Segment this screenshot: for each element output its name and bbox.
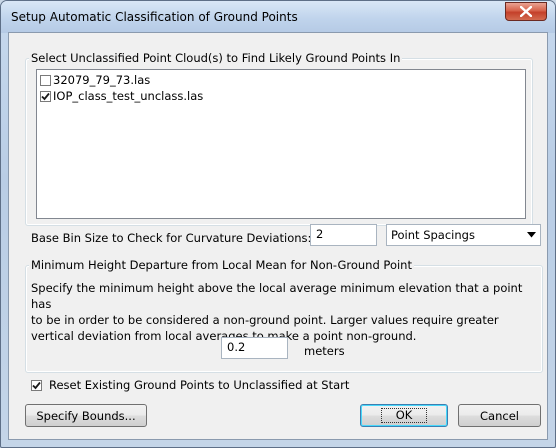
point-cloud-listbox[interactable]: 32079_79_73.las IOP_class_test_unclass.l… [36,69,526,219]
ok-button[interactable]: OK [360,404,448,427]
dialog-window: Setup Automatic Classification of Ground… [0,0,556,448]
bin-size-unit-select[interactable]: Point Spacings [386,224,541,246]
list-item-label: 32079_79_73.las [53,73,151,87]
dropdown-arrow[interactable] [523,225,540,245]
checkmark-icon [41,92,50,100]
min-height-unit-label: meters [304,344,345,358]
close-button[interactable] [505,2,547,21]
description-line: Specify the minimum height above the loc… [31,281,523,311]
point-cloud-checkbox-2[interactable] [40,90,51,102]
bin-size-unit-value: Point Spacings [391,228,475,242]
list-item[interactable]: IOP_class_test_unclass.las [40,88,203,104]
checkmark-icon [32,381,41,389]
title-bar[interactable]: Setup Automatic Classification of Ground… [1,1,555,33]
list-item-label: IOP_class_test_unclass.las [53,89,204,103]
window-title: Setup Automatic Classification of Ground… [11,10,298,24]
cancel-button[interactable]: Cancel [458,404,541,427]
min-height-group-legend: Minimum Height Departure from Local Mean… [29,258,414,272]
point-cloud-group-legend: Select Unclassified Point Cloud(s) to Fi… [29,51,403,65]
reset-checkbox-label: Reset Existing Ground Points to Unclassi… [49,378,350,392]
min-height-description: Specify the minimum height above the loc… [31,280,537,344]
reset-checkbox-row[interactable]: Reset Existing Ground Points to Unclassi… [31,378,349,392]
ok-button-label: OK [380,408,428,423]
chevron-down-icon [527,232,536,238]
description-line: to be in order to be considered a non-gr… [31,313,499,327]
dialog-body: Select Unclassified Point Cloud(s) to Fi… [8,32,548,440]
min-height-input[interactable]: 0.2 [221,337,288,359]
bin-size-input[interactable]: 2 [310,224,377,246]
close-x-icon [520,6,532,17]
list-item[interactable]: 32079_79_73.las [40,72,150,88]
bin-size-label: Base Bin Size to Check for Curvature Dev… [31,231,312,245]
point-cloud-checkbox-1[interactable] [40,74,51,86]
reset-checkbox[interactable] [31,379,42,391]
specify-bounds-button[interactable]: Specify Bounds... [25,404,147,427]
